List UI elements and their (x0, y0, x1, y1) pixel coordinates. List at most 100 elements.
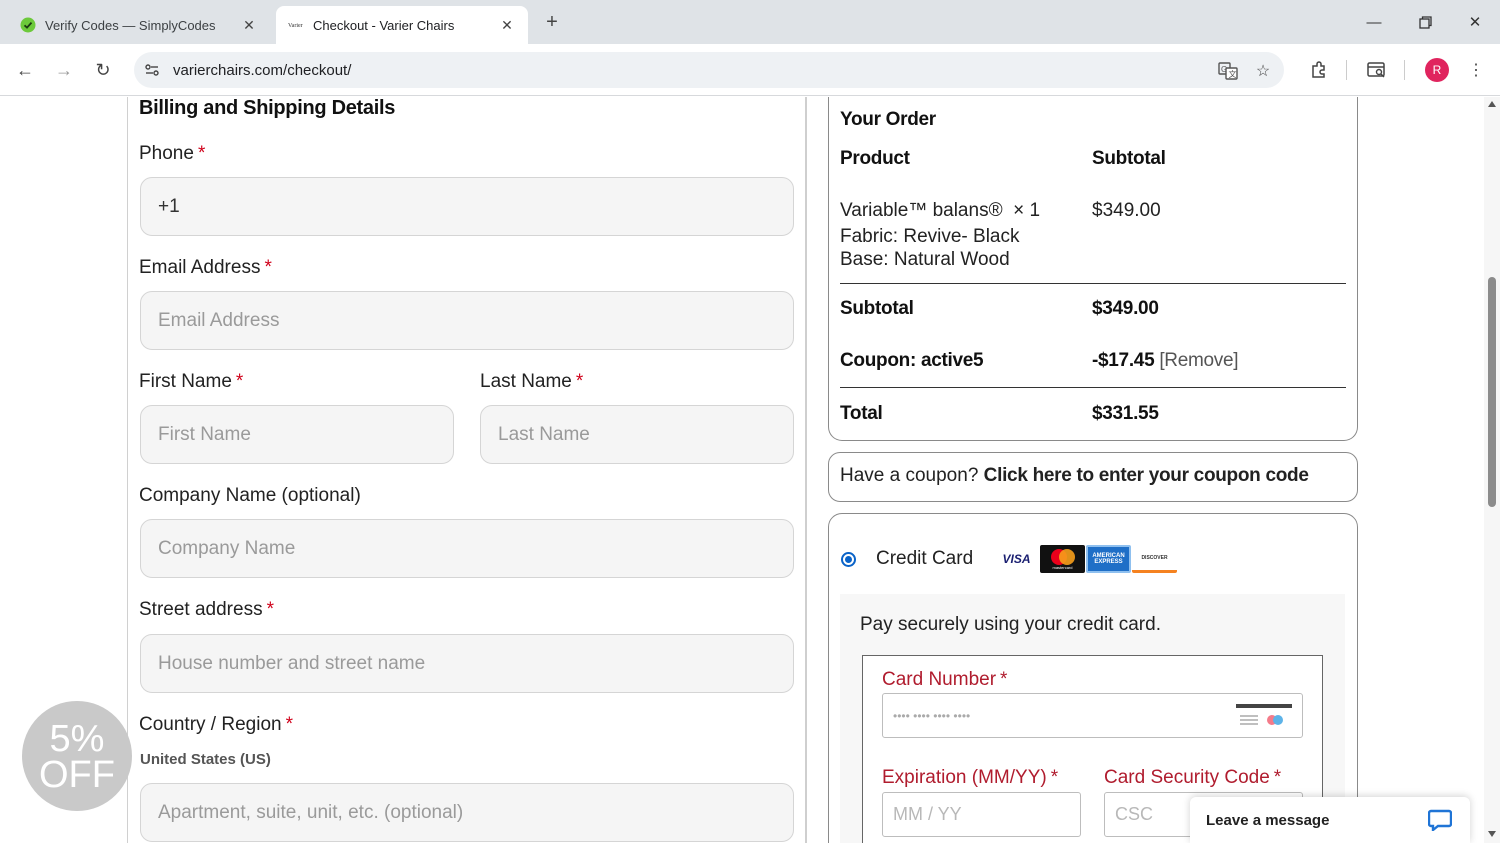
required-marker: * (235, 371, 244, 392)
close-tab-icon[interactable]: ✕ (498, 16, 516, 34)
chat-label: Leave a message (1206, 812, 1330, 829)
order-title: Your Order (840, 109, 936, 130)
required-marker: * (1273, 767, 1282, 788)
mastercard-logo: mastercard (1040, 545, 1085, 573)
more-menu-icon[interactable]: ⋮ (1463, 57, 1489, 83)
payment-description: Pay securely using your credit card. (860, 614, 1161, 635)
tab-search-icon[interactable] (1364, 57, 1390, 83)
varier-logo-icon: Varier (288, 23, 303, 29)
label-text: Card Security Code (1104, 767, 1270, 788)
label-text: Email Address (139, 257, 261, 278)
reload-icon[interactable]: ↻ (90, 57, 116, 83)
divider (840, 387, 1346, 388)
company-input[interactable]: Company Name (140, 519, 794, 578)
back-icon[interactable]: ← (12, 57, 38, 83)
first-name-label: First Name * (139, 371, 243, 393)
item-name-text: Variable™ balans® (840, 200, 1003, 221)
label-text: Phone (139, 143, 194, 164)
order-item-name: Variable™ balans® × 1 (840, 200, 1040, 222)
mastercard-text: mastercard (1052, 565, 1073, 570)
minimize-icon[interactable]: — (1362, 10, 1386, 34)
billing-title: Billing and Shipping Details (139, 97, 396, 119)
required-marker: * (575, 371, 584, 392)
subtotal-value: $349.00 (1092, 298, 1159, 319)
total-value: $331.55 (1092, 403, 1159, 424)
country-label: Country / Region * (139, 714, 293, 736)
street-label: Street address * (139, 599, 274, 621)
new-tab-button[interactable]: + (541, 12, 563, 34)
url-text[interactable]: varierchairs.com/checkout/ (173, 62, 351, 79)
tab-label: Checkout - Varier Chairs (313, 17, 455, 33)
label-text: Card Number (882, 669, 997, 690)
phone-input[interactable]: +1 (140, 177, 794, 236)
csc-placeholder: CSC (1115, 804, 1154, 824)
coupon-label: Coupon: active5 (840, 350, 984, 371)
subtotal-column-header: Subtotal (1092, 148, 1166, 169)
coupon-value: -$17.45 [Remove] (1092, 350, 1239, 372)
restore-icon[interactable] (1413, 10, 1437, 34)
required-marker: * (1000, 669, 1008, 690)
forward-icon[interactable]: → (51, 57, 77, 83)
bookmark-star-icon[interactable]: ☆ (1252, 60, 1274, 82)
tab-checkout[interactable]: Varier Checkout - Varier Chairs ✕ (276, 6, 528, 44)
phone-value: +1 (158, 195, 180, 217)
close-tab-icon[interactable]: ✕ (240, 16, 258, 34)
discount-off: OFF (39, 754, 115, 796)
company-label: Company Name (optional) (139, 485, 361, 506)
address-bar[interactable]: varierchairs.com/checkout/ G文 ☆ (134, 52, 1284, 88)
scroll-up-arrow-icon[interactable] (1488, 101, 1496, 107)
amex-logo: AMERICAN EXPRESS (1086, 545, 1131, 573)
label-text: Street address (139, 599, 263, 620)
browser-toolbar: ← → ↻ varierchairs.com/checkout/ G文 ☆ R … (0, 44, 1500, 96)
chat-widget[interactable]: Leave a message (1190, 797, 1470, 843)
enter-coupon-link[interactable]: Click here to enter your coupon code (984, 465, 1309, 486)
order-item-base: Base: Natural Wood (840, 249, 1010, 270)
page-viewport: Billing and Shipping Details Phone * +1 E… (0, 97, 1484, 843)
subtotal-label: Subtotal (840, 298, 914, 319)
close-window-icon[interactable]: ✕ (1463, 10, 1487, 34)
card-number-placeholder: •••• •••• •••• •••• (893, 708, 971, 723)
required-marker: * (197, 143, 206, 164)
order-item-fabric: Fabric: Revive- Black (840, 226, 1020, 247)
translate-icon[interactable]: G文 (1217, 60, 1239, 82)
expiration-label: Expiration (MM/YY) * (882, 767, 1058, 789)
apartment-input[interactable]: Apartment, suite, unit, etc. (optional) (140, 783, 794, 842)
email-placeholder: Email Address (158, 309, 280, 331)
extensions-icon[interactable] (1306, 57, 1332, 83)
last-name-input[interactable]: Last Name (480, 405, 794, 464)
tab-verify-codes[interactable]: Verify Codes — SimplyCodes ✕ (8, 6, 270, 44)
tab-strip: Verify Codes — SimplyCodes ✕ Varier Chec… (0, 0, 1500, 44)
label-text: Country / Region (139, 714, 282, 735)
profile-avatar[interactable]: R (1425, 58, 1449, 82)
page-scrollbar[interactable] (1484, 97, 1500, 843)
scroll-thumb[interactable] (1488, 277, 1496, 507)
discover-logo: DISCOVER (1132, 545, 1177, 573)
apartment-placeholder: Apartment, suite, unit, etc. (optional) (158, 801, 464, 823)
required-marker: * (1050, 767, 1059, 788)
credit-card-radio[interactable] (841, 552, 856, 567)
credit-card-label[interactable]: Credit Card (876, 548, 973, 570)
company-placeholder: Company Name (158, 537, 296, 559)
scroll-down-arrow-icon[interactable] (1488, 831, 1496, 837)
site-settings-icon[interactable] (142, 60, 162, 80)
visa-text: VISA (1002, 552, 1031, 566)
toolbar-divider (1404, 60, 1405, 80)
first-name-input[interactable]: First Name (140, 405, 454, 464)
svg-text:文: 文 (1229, 69, 1237, 79)
required-marker: * (266, 599, 274, 620)
street-input[interactable]: House number and street name (140, 634, 794, 693)
coupon-amount: -$17.45 (1092, 350, 1155, 371)
tab-label: Verify Codes — SimplyCodes (45, 17, 216, 33)
remove-coupon-link[interactable]: [Remove] (1159, 350, 1238, 371)
order-item-price: $349.00 (1092, 200, 1161, 221)
phone-label: Phone * (139, 143, 205, 165)
email-input[interactable]: Email Address (140, 291, 794, 350)
card-number-input[interactable]: •••• •••• •••• •••• (882, 693, 1303, 738)
required-marker: * (285, 714, 293, 735)
visa-logo: VISA (994, 545, 1039, 573)
discount-badge[interactable]: 5% OFF (22, 701, 132, 811)
toolbar-divider (1346, 60, 1347, 80)
product-column-header: Product (840, 148, 910, 169)
country-value: United States (US) (140, 751, 271, 768)
expiration-input[interactable]: MM / YY (882, 792, 1081, 837)
